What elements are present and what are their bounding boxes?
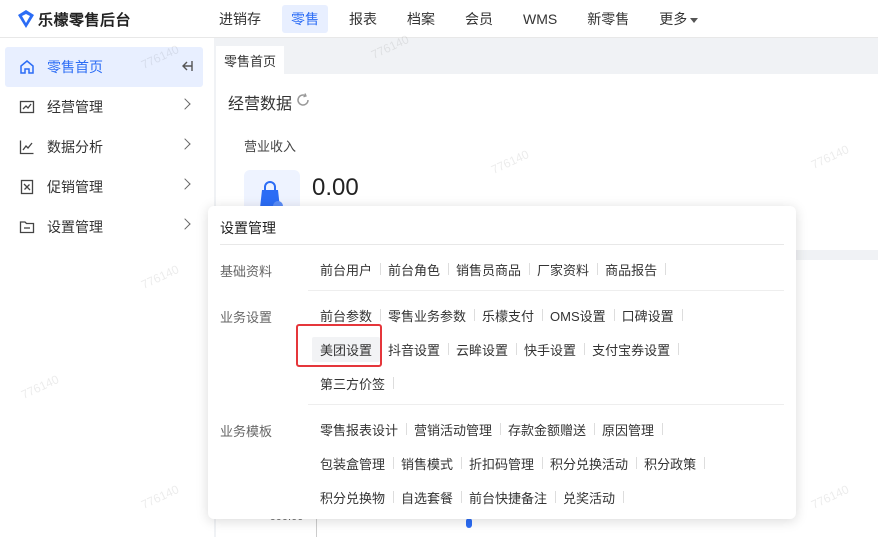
topnav-more-menu[interactable]: 更多 (650, 5, 707, 33)
menu-item-manufacturer-info[interactable]: 厂家资料 (529, 260, 599, 279)
topnav-item-retail[interactable]: 零售 (282, 5, 328, 33)
menu-item-deposit-gift[interactable]: 存款金额赠送 (500, 420, 596, 439)
topnav-item-reports[interactable]: 报表 (340, 5, 386, 33)
sidebar-item-label: 促销管理 (47, 179, 103, 195)
chart-box-icon (19, 100, 35, 114)
revenue-value: 0.00 (312, 174, 359, 201)
menu-item-points-exchange-goods[interactable]: 积分兑换物 (312, 488, 395, 507)
menu-item-discount-code[interactable]: 折扣码管理 (461, 454, 544, 473)
sidebar-item-operations[interactable]: 经营管理 (5, 87, 203, 127)
app-logo[interactable]: 乐檬零售后台 (18, 9, 131, 29)
topnav-item-new-retail[interactable]: 新零售 (578, 5, 638, 33)
menu-item-sales-mode[interactable]: 销售模式 (393, 454, 463, 473)
divider (308, 290, 784, 291)
menu-item-packaging-box[interactable]: 包装盒管理 (312, 454, 395, 473)
menu-item-reason-management[interactable]: 原因管理 (594, 420, 664, 439)
top-bar: 乐檬零售后台 进销存 零售 报表 档案 会员 WMS 新零售 更多 (0, 0, 878, 38)
sidebar-item-label: 经营管理 (47, 99, 103, 115)
app-title: 乐檬零售后台 (38, 11, 132, 29)
menu-item-points-exchange-activity[interactable]: 积分兑换活动 (542, 454, 638, 473)
menu-item-points-policy[interactable]: 积分政策 (636, 454, 706, 473)
collapse-sidebar-icon[interactable] (179, 59, 193, 73)
divider (308, 404, 784, 405)
folder-icon (19, 221, 35, 234)
topnav-more-label: 更多 (659, 11, 688, 27)
menu-row-basic: 前台用户 前台角色 销售员商品 厂家资料 商品报告 (312, 258, 667, 280)
menu-item-prize-activity[interactable]: 兑奖活动 (555, 488, 625, 507)
chevron-right-icon (179, 178, 191, 190)
menu-item-front-users[interactable]: 前台用户 (312, 260, 382, 279)
settings-popup-menu: 设置管理 基础资料 前台用户 前台角色 销售员商品 厂家资料 商品报告 业务设置… (208, 206, 796, 519)
logo-icon (18, 10, 34, 28)
menu-item-yunmou-settings[interactable]: 云眸设置 (448, 340, 518, 359)
chevron-right-icon (179, 218, 191, 230)
menu-item-retail-report-design[interactable]: 零售报表设计 (312, 420, 408, 439)
highlight-box (296, 324, 382, 367)
chart-point (466, 518, 472, 528)
tab-bar: 零售首页 (216, 38, 878, 74)
menu-item-oms-settings[interactable]: OMS设置 (542, 306, 615, 325)
sidebar-item-label: 设置管理 (47, 219, 103, 235)
menu-item-combo-package[interactable]: 自选套餐 (393, 488, 463, 507)
menu-item-third-party-price-tag[interactable]: 第三方价签 (312, 374, 395, 393)
section-divider (796, 250, 878, 260)
caret-down-icon (690, 17, 699, 23)
menu-item-front-roles[interactable]: 前台角色 (380, 260, 450, 279)
menu-item-retail-params[interactable]: 零售业务参数 (380, 306, 476, 325)
menu-item-quick-remarks[interactable]: 前台快捷备注 (461, 488, 557, 507)
menu-item-front-params[interactable]: 前台参数 (312, 306, 382, 325)
divider (220, 244, 784, 245)
menu-row-business-1: 前台参数 零售业务参数 乐檬支付 OMS设置 口碑设置 (312, 304, 683, 326)
popup-title: 设置管理 (220, 220, 276, 236)
menu-item-marketing-activity[interactable]: 营销活动管理 (406, 420, 502, 439)
top-nav: 进销存 零售 报表 档案 会员 WMS 新零售 更多 (210, 0, 719, 38)
home-icon (20, 60, 34, 74)
section-title: 经营数据 (228, 96, 293, 113)
topnav-item-wms[interactable]: WMS (514, 7, 566, 31)
refresh-icon[interactable] (296, 93, 310, 107)
menu-item-koubei-settings[interactable]: 口碑设置 (614, 306, 683, 325)
menu-row-templates-1: 零售报表设计 营销活动管理 存款金额赠送 原因管理 (312, 418, 664, 440)
menu-item-lemeng-pay[interactable]: 乐檬支付 (474, 306, 544, 325)
chevron-right-icon (179, 138, 191, 150)
sidebar-item-retail-home[interactable]: 零售首页 (5, 47, 203, 87)
sidebar-item-label: 零售首页 (47, 59, 103, 75)
sidebar-item-label: 数据分析 (47, 139, 103, 155)
topnav-item-archives[interactable]: 档案 (398, 5, 444, 33)
sidebar: 零售首页 经营管理 数据分析 促销管理 设置管理 (0, 38, 214, 537)
sidebar-item-promotions[interactable]: 促销管理 (5, 167, 203, 207)
group-label-basic: 基础资料 (220, 264, 273, 279)
trend-icon (19, 140, 34, 155)
group-label-templates: 业务模板 (220, 424, 273, 439)
sidebar-item-settings[interactable]: 设置管理 (5, 207, 203, 247)
menu-item-product-report[interactable]: 商品报告 (597, 260, 667, 279)
tab-retail-home[interactable]: 零售首页 (216, 46, 285, 74)
menu-row-business-3: 第三方价签 (312, 372, 395, 394)
sidebar-item-data-analysis[interactable]: 数据分析 (5, 127, 203, 167)
revenue-label: 营业收入 (244, 139, 297, 154)
menu-row-templates-2: 包装盒管理 销售模式 折扣码管理 积分兑换活动 积分政策 (312, 452, 706, 474)
promo-icon (20, 179, 34, 195)
menu-item-salesperson-products[interactable]: 销售员商品 (448, 260, 531, 279)
menu-row-templates-3: 积分兑换物 自选套餐 前台快捷备注 兑奖活动 (312, 486, 625, 508)
menu-item-alipay-coupon-settings[interactable]: 支付宝券设置 (584, 340, 680, 359)
menu-item-kuaishou-settings[interactable]: 快手设置 (516, 340, 586, 359)
group-label-business: 业务设置 (220, 310, 273, 325)
topnav-item-inventory[interactable]: 进销存 (210, 5, 270, 33)
topnav-item-members[interactable]: 会员 (456, 5, 502, 33)
menu-item-douyin-settings[interactable]: 抖音设置 (380, 340, 450, 359)
chevron-right-icon (179, 98, 191, 110)
